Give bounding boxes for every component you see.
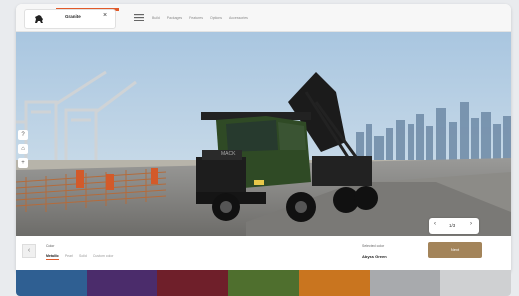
next-button[interactable]: Next — [428, 242, 482, 258]
model-label: Granite — [65, 14, 81, 19]
grid-menu-icon[interactable] — [134, 14, 144, 21]
selected-color-value: Abyss Green — [362, 254, 387, 259]
truck-badge: MACK — [221, 151, 236, 157]
bulldog-logo-icon — [35, 15, 43, 23]
help-icon[interactable]: ? — [18, 130, 28, 140]
nav-item-features[interactable]: Features — [189, 16, 203, 20]
top-bar: Granite × Build Packages Features Option… — [16, 4, 511, 32]
tab-custom-color[interactable]: Custom color — [93, 254, 114, 260]
configurator-window: Granite × Build Packages Features Option… — [16, 4, 511, 274]
selected-color-label: Selected color — [362, 244, 385, 248]
home-icon[interactable]: ⌂ — [18, 144, 28, 154]
page-indicator: 1/3 — [449, 223, 456, 228]
model-selector[interactable]: Granite × — [24, 9, 116, 29]
back-button[interactable]: ‹ — [22, 244, 36, 258]
zoom-icon[interactable]: + — [18, 158, 28, 168]
swatch-blue[interactable] — [16, 270, 87, 296]
swatch-silver[interactable] — [369, 270, 441, 296]
color-section-title: Color — [46, 244, 55, 248]
tab-pearl[interactable]: Pearl — [65, 254, 73, 260]
tab-solid[interactable]: Solid — [79, 254, 87, 260]
truck-hero-image[interactable]: MACK ? ⌂ + — [16, 32, 511, 236]
top-nav: Build Packages Features Options Accessor… — [152, 16, 248, 20]
color-swatch-strip — [16, 270, 511, 296]
prev-icon[interactable]: ‹ — [434, 221, 436, 227]
nav-item-accessories[interactable]: Accessories — [229, 16, 248, 20]
swatch-purple[interactable] — [86, 270, 158, 296]
next-icon[interactable]: › — [470, 221, 472, 227]
hero-scene: MACK — [16, 32, 511, 236]
image-pager: ‹ 1/3 › — [429, 218, 479, 234]
side-toolbar: ? ⌂ + — [18, 130, 28, 168]
options-panel: ‹ Color Metallic Pearl Solid Custom colo… — [16, 236, 511, 274]
swatch-olive-green[interactable] — [228, 270, 299, 296]
nav-item-build[interactable]: Build — [152, 16, 160, 20]
swatch-orange[interactable] — [298, 270, 370, 296]
tab-metallic[interactable]: Metallic — [46, 254, 59, 260]
swatch-light-silver[interactable] — [440, 270, 511, 296]
color-type-tabs: Metallic Pearl Solid Custom color — [46, 254, 113, 260]
nav-item-packages[interactable]: Packages — [167, 16, 182, 20]
close-icon[interactable]: × — [103, 12, 107, 19]
nav-item-options[interactable]: Options — [210, 16, 222, 20]
swatch-maroon[interactable] — [157, 270, 229, 296]
